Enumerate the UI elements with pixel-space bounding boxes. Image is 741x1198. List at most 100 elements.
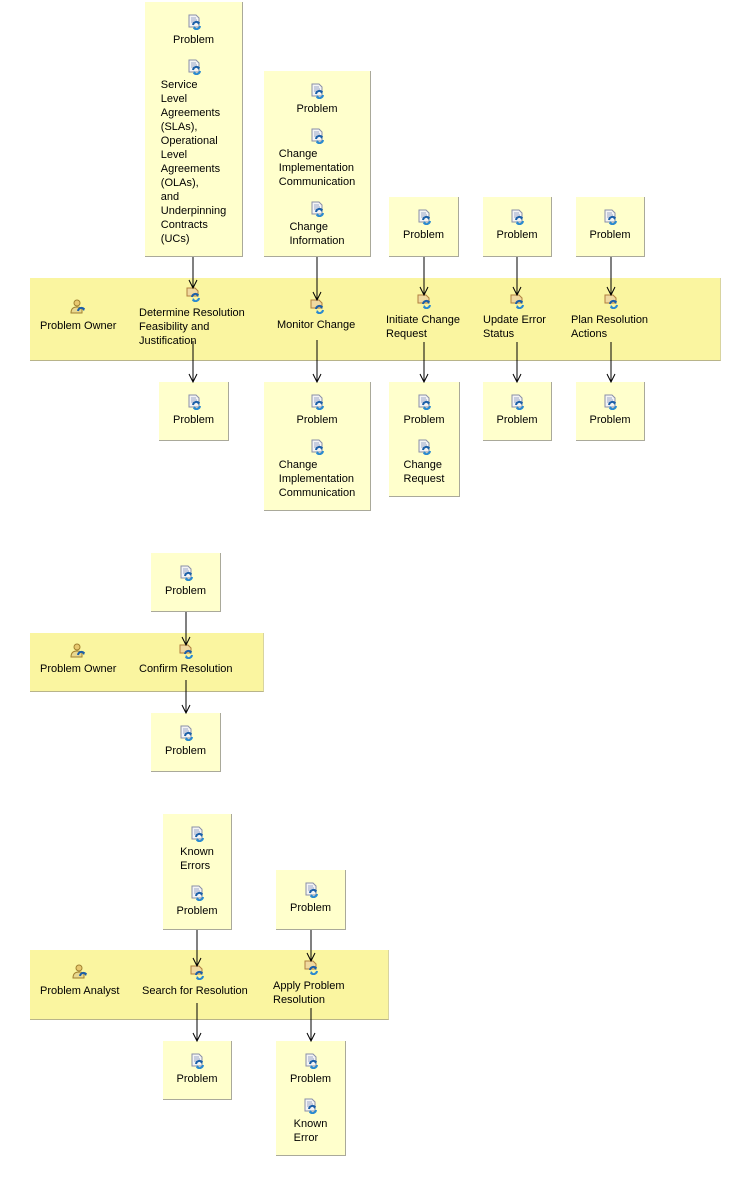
input-work-products[interactable]: Problem: [576, 197, 645, 257]
task-icon[interactable]: [185, 286, 201, 302]
work-product-label: Problem: [589, 229, 631, 241]
work-product[interactable]: Problem: [297, 80, 337, 116]
work-product[interactable]: Problem: [290, 1050, 331, 1086]
work-product-label: Problem: [290, 902, 331, 914]
work-product-icon: [186, 394, 202, 410]
work-product-label: Problem: [296, 414, 338, 426]
input-work-products[interactable]: Problem Change Implementation Communicati…: [264, 71, 371, 257]
work-product-icon: [186, 59, 202, 75]
input-work-products[interactable]: Problem: [151, 553, 221, 612]
work-product-label: Change Implementation Communication: [278, 459, 356, 499]
work-product-icon: [302, 1098, 318, 1114]
work-product[interactable]: Problem: [403, 391, 445, 427]
output-work-products[interactable]: Problem Known Error: [276, 1041, 346, 1156]
work-product-icon: [309, 201, 325, 217]
work-product[interactable]: Service Level Agreements (SLAs), Operati…: [161, 56, 226, 246]
work-product[interactable]: Problem: [589, 206, 631, 242]
output-work-products[interactable]: Problem Change Request: [389, 382, 460, 497]
task-label[interactable]: Apply Problem Resolution: [273, 979, 345, 1007]
work-product-icon: [189, 885, 205, 901]
work-product-label: Problem: [173, 414, 214, 426]
work-product-icon: [186, 14, 202, 30]
input-work-products[interactable]: Problem Service Level Agreements (SLAs), …: [145, 2, 243, 257]
work-product-label: Known Error: [293, 1118, 328, 1144]
work-product-label: Problem: [403, 414, 445, 426]
task-label[interactable]: Confirm Resolution: [139, 662, 233, 676]
work-product[interactable]: Problem: [403, 206, 444, 242]
work-product[interactable]: Problem: [176, 1050, 218, 1086]
work-product[interactable]: Problem: [290, 879, 331, 915]
work-product[interactable]: Known Errors: [180, 823, 214, 873]
work-product-icon: [602, 209, 618, 225]
work-product-icon: [416, 394, 432, 410]
role-icon[interactable]: [70, 643, 86, 659]
arrowhead: [181, 704, 191, 715]
work-product[interactable]: Problem: [173, 391, 214, 427]
work-product[interactable]: Problem: [165, 562, 206, 598]
work-product[interactable]: Problem: [173, 11, 214, 47]
output-work-products[interactable]: Problem: [163, 1041, 232, 1100]
work-product-label: Problem: [496, 229, 538, 241]
output-work-products[interactable]: Problem: [151, 713, 221, 772]
work-product-label: Problem: [589, 414, 631, 426]
role-label[interactable]: Problem Analyst: [40, 984, 119, 998]
work-product[interactable]: Change Request: [403, 436, 445, 486]
work-product-label: Problem: [165, 745, 206, 757]
task-icon[interactable]: [603, 293, 619, 309]
input-work-products[interactable]: Problem: [276, 870, 346, 930]
input-work-products[interactable]: Problem: [389, 197, 459, 257]
work-product-label: Known Errors: [180, 846, 214, 872]
role-icon[interactable]: [70, 299, 86, 315]
work-product[interactable]: Change Implementation Communication: [279, 436, 355, 500]
task-label[interactable]: Update Error Status: [483, 313, 546, 341]
work-product-icon: [178, 725, 194, 741]
arrowhead: [192, 1032, 202, 1043]
work-product-label: Problem: [403, 229, 444, 241]
work-product-label: Change Implementation Communication: [278, 148, 356, 188]
task-label[interactable]: Determine Resolution Feasibility and Jus…: [139, 306, 245, 348]
work-product[interactable]: Change Information: [289, 198, 345, 248]
work-product-icon: [309, 439, 325, 455]
work-product[interactable]: Problem: [589, 391, 631, 427]
role-label[interactable]: Problem Owner: [40, 662, 116, 676]
input-work-products[interactable]: Known Errors Problem: [163, 814, 232, 930]
work-product-label: Change Request: [403, 459, 445, 485]
task-label[interactable]: Search for Resolution: [142, 984, 248, 998]
task-icon[interactable]: [189, 964, 205, 980]
work-product[interactable]: Problem: [496, 391, 538, 427]
role-icon[interactable]: [72, 964, 88, 980]
work-product-label: Change Information: [289, 221, 345, 247]
work-product[interactable]: Problem: [165, 722, 206, 758]
task-icon[interactable]: [303, 959, 319, 975]
work-product-label: Problem: [176, 905, 218, 917]
task-icon[interactable]: [178, 643, 194, 659]
task-label[interactable]: Plan Resolution Actions: [571, 313, 648, 341]
role-label[interactable]: Problem Owner: [40, 319, 116, 333]
work-product[interactable]: Problem: [496, 206, 538, 242]
task-icon[interactable]: [416, 293, 432, 309]
work-product-label: Problem: [176, 1073, 218, 1085]
task-icon[interactable]: [309, 298, 325, 314]
work-product-label: Problem: [173, 34, 214, 46]
work-product-icon: [303, 882, 319, 898]
arrowhead: [512, 373, 522, 384]
work-product-icon: [509, 394, 525, 410]
task-label[interactable]: Initiate Change Request: [386, 313, 460, 341]
output-work-products[interactable]: Problem: [159, 382, 229, 441]
work-product[interactable]: Problem: [296, 391, 338, 427]
work-product-icon: [309, 83, 325, 99]
task-icon[interactable]: [509, 293, 525, 309]
output-work-products[interactable]: Problem: [576, 382, 645, 441]
arrowhead: [306, 1032, 316, 1043]
input-work-products[interactable]: Problem: [483, 197, 552, 257]
work-product[interactable]: Known Error: [293, 1095, 328, 1145]
work-product-icon: [602, 394, 618, 410]
work-product[interactable]: Problem: [176, 882, 218, 918]
work-product[interactable]: Change Implementation Communication: [279, 125, 355, 189]
work-product-label: Service Level Agreements (SLAs), Operati…: [160, 79, 227, 245]
task-label[interactable]: Monitor Change: [277, 318, 355, 332]
output-work-products[interactable]: Problem: [483, 382, 552, 441]
output-work-products[interactable]: Problem Change Implementation Communicati…: [264, 382, 371, 511]
work-product-label: Problem: [496, 414, 538, 426]
work-product-icon: [416, 209, 432, 225]
